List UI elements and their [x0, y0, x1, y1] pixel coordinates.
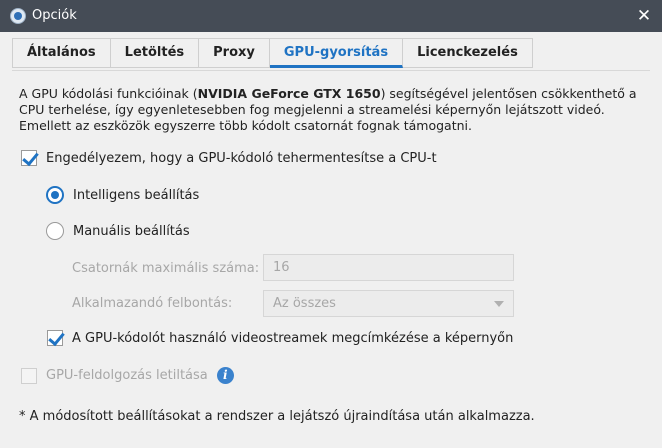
resolution-select[interactable]: Az összes	[263, 290, 514, 317]
disable-gpu-option: GPU-feldolgozás letiltása i	[21, 367, 234, 384]
smart-mode-option[interactable]: Intelligens beállítás	[46, 186, 199, 204]
tab-bar: Általános Letöltés Proxy GPU-gyorsítás L…	[12, 38, 533, 68]
disable-gpu-label: GPU-feldolgozás letiltása	[46, 368, 208, 383]
chevron-down-icon	[494, 301, 504, 307]
smart-mode-radio[interactable]	[46, 186, 64, 204]
info-icon[interactable]: i	[216, 367, 234, 384]
close-icon[interactable]: ✕	[634, 6, 654, 26]
gpu-description: A GPU kódolási funkcióinak (NVIDIA GeFor…	[19, 86, 637, 133]
label-streams-checkbox[interactable]	[47, 330, 63, 346]
tab-divider	[12, 70, 650, 71]
max-channels-label: Csatornák maximális száma:	[72, 261, 260, 276]
tab-general[interactable]: Általános	[12, 38, 111, 68]
tab-gpu-acceleration[interactable]: GPU-gyorsítás	[269, 38, 404, 68]
disable-gpu-checkbox	[21, 367, 37, 384]
manual-mode-label: Manuális beállítás	[73, 223, 190, 239]
tab-download[interactable]: Letöltés	[110, 38, 200, 68]
window-title: Opciók	[32, 8, 77, 23]
title-bar: Opciók ✕	[0, 0, 662, 32]
gpu-model-name: NVIDIA GeForce GTX 1650	[197, 86, 381, 101]
enable-gpu-checkbox[interactable]	[21, 150, 37, 166]
manual-mode-option[interactable]: Manuális beállítás	[46, 222, 190, 240]
resolution-label: Alkalmazandó felbontás:	[72, 296, 233, 311]
manual-mode-radio[interactable]	[46, 222, 64, 240]
label-streams-option[interactable]: A GPU-kódolót használó videostreamek meg…	[47, 330, 513, 346]
resolution-value: Az összes	[273, 296, 336, 311]
enable-gpu-label: Engedélyezem, hogy a GPU-kódoló tehermen…	[46, 150, 437, 166]
app-logo-icon	[10, 8, 26, 24]
restart-footnote: * A módosított beállításokat a rendszer …	[19, 409, 535, 424]
enable-gpu-option[interactable]: Engedélyezem, hogy a GPU-kódoló tehermen…	[21, 150, 437, 166]
max-channels-input[interactable]: 16	[263, 254, 514, 281]
label-streams-label: A GPU-kódolót használó videostreamek meg…	[72, 330, 514, 346]
tab-license[interactable]: Licenckezelés	[403, 38, 533, 68]
tab-proxy[interactable]: Proxy	[199, 38, 270, 68]
smart-mode-label: Intelligens beállítás	[73, 187, 200, 203]
